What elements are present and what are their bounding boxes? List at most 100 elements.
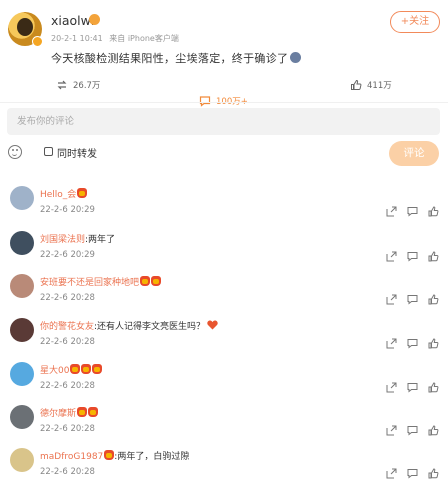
thumbs-up-icon[interactable] [428, 338, 439, 349]
post-meta: 20-2-1 10:41 来自 iPhone客户端 [51, 33, 179, 44]
thumbs-up-icon [350, 79, 362, 91]
submit-comment-button[interactable]: 评论 [389, 141, 439, 166]
comment-time: 22-2-6 20:28 [40, 381, 95, 391]
poster-username[interactable]: xiaolwl [51, 13, 94, 28]
comment-actions [386, 468, 439, 479]
comment-item: 星大00 22-2-6 20:28 [0, 362, 448, 406]
commenter-name[interactable]: 星大00 [40, 366, 69, 376]
post-action-bar: 26.7万 100万+ 411万 [0, 73, 448, 107]
comment-content: 德尔摩斯 [40, 406, 99, 419]
reply-icon[interactable] [407, 251, 418, 262]
comment-content: maDfroG1987 :两年了，白驹过隙 [40, 449, 189, 462]
comment-item: 安班要不还是回家种地吧 22-2-6 20:28 [0, 274, 448, 318]
share-icon[interactable] [386, 382, 397, 393]
fire-emoji-icon [77, 188, 88, 198]
comment-text: :还有人记得李文亮医生吗？ [94, 322, 206, 332]
comment-time: 22-2-6 20:28 [40, 293, 95, 303]
comment-item: 你的警花女友:还有人记得李文亮医生吗？ 22-2-6 20:28 [0, 318, 448, 362]
reply-icon[interactable] [407, 338, 418, 349]
comment-item: 刘国梁法则:两年了 22-2-6 20:29 [0, 231, 448, 275]
commenter-avatar[interactable] [10, 448, 34, 472]
comment-input[interactable]: 发布你的评论 [7, 108, 440, 135]
mask-face-emoji-icon [290, 52, 302, 63]
comment-content: 刘国梁法则:两年了 [40, 232, 115, 245]
comment-content: Hello_会 [40, 187, 88, 200]
thumbs-up-icon[interactable] [428, 425, 439, 436]
post-time: 20-2-1 10:41 [51, 34, 103, 43]
reply-icon[interactable] [407, 206, 418, 217]
comment-count: 100万+ [216, 97, 248, 107]
share-icon[interactable] [386, 425, 397, 436]
heart-emoji-icon [207, 320, 218, 330]
post-text: 今天核酸检测结果阳性，尘埃落定，终于确诊了 [51, 52, 289, 65]
section-divider [0, 102, 448, 103]
comment-icon [199, 95, 211, 107]
commenter-name[interactable]: Hello_会 [40, 190, 76, 200]
commenter-name[interactable]: maDfroG1987 [40, 452, 103, 462]
repost-checkbox-label[interactable]: 同时转发 [57, 145, 97, 160]
comment-time: 22-2-6 20:28 [40, 424, 95, 434]
thumbs-up-icon[interactable] [428, 468, 439, 479]
fire-emoji-icon [104, 450, 115, 460]
commenter-avatar[interactable] [10, 274, 34, 298]
fire-emoji-icon [140, 276, 151, 286]
commenter-avatar[interactable] [10, 186, 34, 210]
comment-time: 22-2-6 20:28 [40, 467, 95, 477]
fire-emoji-icon [70, 364, 81, 374]
repost-checkbox[interactable] [44, 147, 53, 156]
commenter-name[interactable]: 你的警花女友 [40, 322, 94, 332]
comment-text: :两年了，白驹过隙 [114, 452, 190, 462]
fire-emoji-icon [151, 276, 162, 286]
comment-actions [386, 338, 439, 349]
comment-content: 安班要不还是回家种地吧 [40, 275, 162, 288]
repost-button[interactable]: 26.7万 [56, 79, 100, 91]
post-source: 来自 iPhone客户端 [109, 34, 179, 43]
user-rank-icon [89, 14, 100, 25]
reply-icon[interactable] [407, 294, 418, 305]
share-icon[interactable] [386, 251, 397, 262]
fire-emoji-icon [88, 407, 99, 417]
like-count: 411万 [367, 81, 392, 91]
commenter-name[interactable]: 安班要不还是回家种地吧 [40, 278, 139, 288]
post-body: 今天核酸检测结果阳性，尘埃落定，终于确诊了 [51, 50, 302, 66]
share-icon[interactable] [386, 468, 397, 479]
commenter-avatar[interactable] [10, 362, 34, 386]
comment-item: Hello_会 22-2-6 20:29 [0, 186, 448, 230]
comment-actions [386, 425, 439, 436]
thumbs-up-icon[interactable] [428, 382, 439, 393]
commenter-name[interactable]: 德尔摩斯 [40, 409, 76, 419]
thumbs-up-icon[interactable] [428, 294, 439, 305]
thumbs-up-icon[interactable] [428, 206, 439, 217]
thumbs-up-icon[interactable] [428, 251, 439, 262]
share-icon[interactable] [386, 294, 397, 305]
commenter-avatar[interactable] [10, 318, 34, 342]
commenter-avatar[interactable] [10, 231, 34, 255]
comment-actions [386, 382, 439, 393]
like-button[interactable]: 411万 [350, 79, 392, 91]
comment-item: maDfroG1987 :两年了，白驹过隙 22-2-6 20:28 [0, 448, 448, 487]
comment-content: 星大00 [40, 363, 103, 376]
commenter-name[interactable]: 刘国梁法则 [40, 235, 85, 245]
share-icon[interactable] [386, 206, 397, 217]
comment-text: :两年了 [85, 235, 116, 245]
verified-badge-icon [32, 36, 43, 47]
fire-emoji-icon [81, 364, 92, 374]
comment-actions [386, 251, 439, 262]
follow-button[interactable]: +关注 [390, 11, 440, 33]
comment-content: 你的警花女友:还有人记得李文亮医生吗？ [40, 319, 218, 332]
reply-icon[interactable] [407, 468, 418, 479]
repost-count: 26.7万 [73, 81, 101, 91]
fire-emoji-icon [77, 407, 88, 417]
comment-time: 22-2-6 20:29 [40, 205, 95, 215]
comment-time: 22-2-6 20:28 [40, 337, 95, 347]
comment-actions [386, 294, 439, 305]
emoji-picker-icon[interactable] [8, 145, 22, 159]
reply-icon[interactable] [407, 382, 418, 393]
commenter-avatar[interactable] [10, 405, 34, 429]
repost-icon [56, 79, 68, 91]
reply-icon[interactable] [407, 425, 418, 436]
comment-time: 22-2-6 20:29 [40, 250, 95, 260]
share-icon[interactable] [386, 338, 397, 349]
comment-item: 德尔摩斯 22-2-6 20:28 [0, 405, 448, 449]
comment-actions [386, 206, 439, 217]
